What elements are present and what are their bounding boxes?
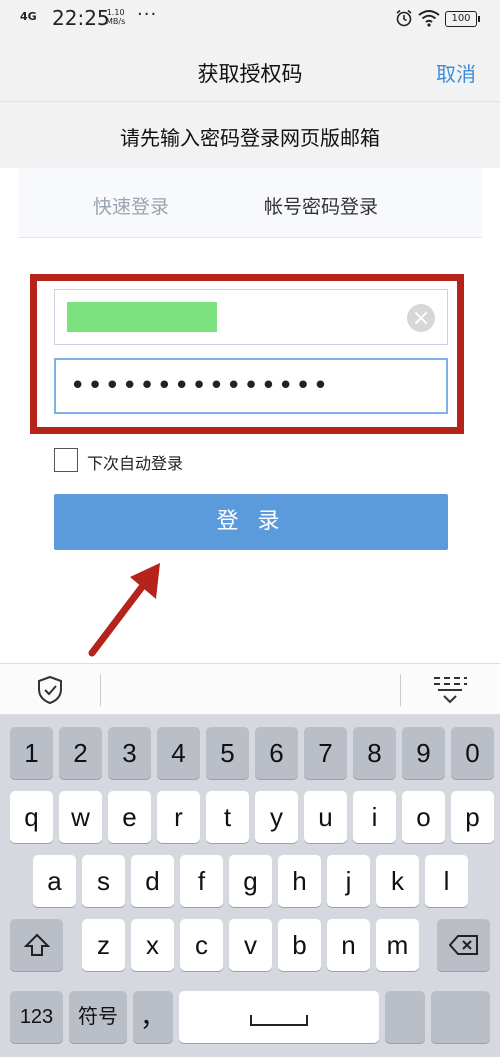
subtitle-area: 请先输入密码登录网页版邮箱 bbox=[0, 102, 500, 168]
key-s[interactable]: s bbox=[82, 855, 125, 907]
key-a[interactable]: a bbox=[33, 855, 76, 907]
tab-account-login[interactable]: 帐号密码登录 bbox=[264, 192, 378, 219]
key-l[interactable]: l bbox=[425, 855, 468, 907]
key-d[interactable]: d bbox=[131, 855, 174, 907]
tab-quick-login[interactable]: 快速登录 bbox=[93, 192, 169, 219]
key-6[interactable]: 6 bbox=[255, 727, 298, 779]
key-w[interactable]: w bbox=[59, 791, 102, 843]
toolbar-divider bbox=[100, 674, 101, 706]
keyboard-toolbar bbox=[0, 663, 500, 715]
key-b[interactable]: b bbox=[278, 919, 321, 971]
key-k[interactable]: k bbox=[376, 855, 419, 907]
numbers-key[interactable]: 123 bbox=[10, 991, 63, 1043]
key-t[interactable]: t bbox=[206, 791, 249, 843]
status-bar: 4G 22:25 1.10 MB/s ··· 100 bbox=[0, 0, 500, 40]
page: 4G 22:25 1.10 MB/s ··· 100 获取授权码 取消 请先输入… bbox=[0, 0, 500, 1057]
key-5[interactable]: 5 bbox=[206, 727, 249, 779]
key-y[interactable]: y bbox=[255, 791, 298, 843]
password-input[interactable]: ••••••••••••••• bbox=[54, 358, 448, 414]
network-speed: 1.10 MB/s bbox=[106, 8, 125, 26]
key-u[interactable]: u bbox=[304, 791, 347, 843]
clear-icon[interactable] bbox=[407, 304, 435, 332]
shift-key[interactable] bbox=[10, 919, 63, 971]
space-key[interactable] bbox=[179, 991, 379, 1043]
space-icon bbox=[250, 1015, 308, 1026]
key-z[interactable]: z bbox=[82, 919, 125, 971]
remember-label: 下次自动登录 bbox=[87, 454, 184, 473]
login-prompt: 请先输入密码登录网页版邮箱 bbox=[120, 126, 380, 150]
login-button[interactable]: 登 录 bbox=[54, 494, 448, 550]
key-j[interactable]: j bbox=[327, 855, 370, 907]
period-key[interactable] bbox=[385, 991, 425, 1043]
wifi-icon bbox=[418, 10, 440, 27]
key-7[interactable]: 7 bbox=[304, 727, 347, 779]
toolbar-divider bbox=[400, 674, 401, 706]
key-q[interactable]: q bbox=[10, 791, 53, 843]
username-input[interactable] bbox=[54, 289, 448, 345]
speed-unit: MB/s bbox=[106, 17, 126, 26]
key-p[interactable]: p bbox=[451, 791, 494, 843]
key-9[interactable]: 9 bbox=[402, 727, 445, 779]
key-o[interactable]: o bbox=[402, 791, 445, 843]
key-4[interactable]: 4 bbox=[157, 727, 200, 779]
network-indicator: 4G bbox=[20, 10, 37, 23]
key-i[interactable]: i bbox=[353, 791, 396, 843]
key-8[interactable]: 8 bbox=[353, 727, 396, 779]
key-x[interactable]: x bbox=[131, 919, 174, 971]
key-c[interactable]: c bbox=[180, 919, 223, 971]
symbols-key[interactable]: 符号 bbox=[69, 991, 127, 1043]
keyboard: 1 2 3 4 5 6 7 8 9 0 q w e r t y u i o p … bbox=[0, 715, 500, 1057]
key-0[interactable]: 0 bbox=[451, 727, 494, 779]
key-v[interactable]: v bbox=[229, 919, 272, 971]
key-1[interactable]: 1 bbox=[10, 727, 53, 779]
key-f[interactable]: f bbox=[180, 855, 223, 907]
remember-checkbox[interactable] bbox=[54, 448, 78, 472]
key-3[interactable]: 3 bbox=[108, 727, 151, 779]
key-n[interactable]: n bbox=[327, 919, 370, 971]
comma-key[interactable]: ， bbox=[133, 991, 173, 1043]
more-notifications: ··· bbox=[137, 4, 158, 25]
cancel-button[interactable]: 取消 bbox=[436, 58, 476, 87]
enter-key[interactable] bbox=[431, 991, 490, 1043]
status-time: 22:25 bbox=[52, 6, 110, 30]
nav-bar: 获取授权码 取消 bbox=[0, 40, 500, 102]
annotation-arrow bbox=[88, 563, 160, 657]
battery-indicator: 100 bbox=[445, 11, 480, 27]
page-title: 获取授权码 bbox=[197, 62, 303, 86]
shift-icon bbox=[23, 933, 50, 956]
backspace-key[interactable] bbox=[437, 919, 490, 971]
backspace-icon bbox=[448, 935, 478, 955]
login-tabs: 快速登录 帐号密码登录 bbox=[18, 168, 482, 238]
key-m[interactable]: m bbox=[376, 919, 419, 971]
key-r[interactable]: r bbox=[157, 791, 200, 843]
redacted-username bbox=[67, 302, 217, 332]
key-e[interactable]: e bbox=[108, 791, 151, 843]
keyboard-hide-icon[interactable] bbox=[432, 674, 468, 706]
alarm-icon bbox=[396, 9, 412, 27]
shield-icon[interactable] bbox=[36, 675, 64, 705]
speed-value: 1.10 bbox=[106, 8, 125, 17]
key-2[interactable]: 2 bbox=[59, 727, 102, 779]
key-g[interactable]: g bbox=[229, 855, 272, 907]
key-h[interactable]: h bbox=[278, 855, 321, 907]
